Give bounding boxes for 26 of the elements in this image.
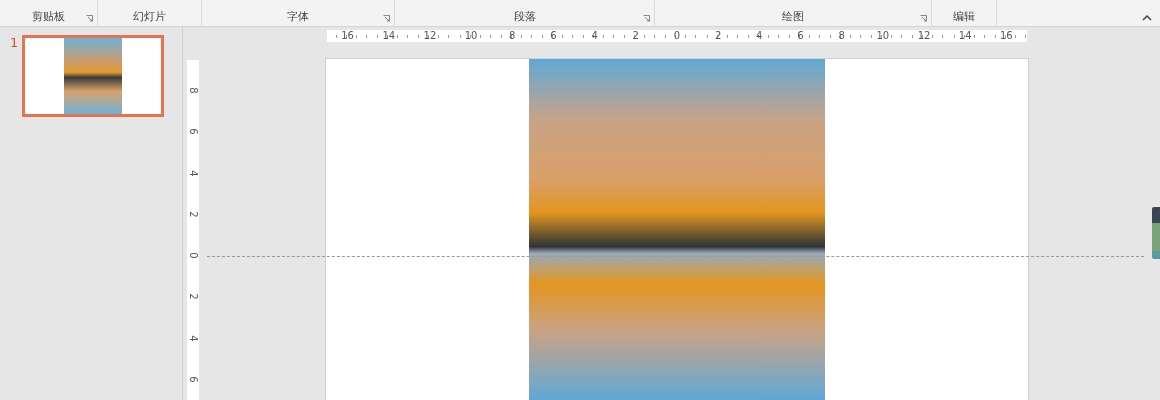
ruler-number: 4 — [187, 334, 199, 342]
dialog-launcher-icon[interactable] — [643, 15, 650, 22]
ribbon-group-label: 编辑 — [953, 9, 975, 24]
ruler-number: 2 — [187, 293, 199, 301]
ruler-number: 8 — [187, 87, 199, 94]
ruler-number: 6 — [187, 128, 199, 136]
ruler-number: 6 — [187, 376, 199, 383]
ribbon-group-label: 段落 — [513, 9, 536, 24]
vertical-ruler[interactable]: 8 6 4 2 0 2 4 6 — [187, 60, 199, 400]
ruler-number: 2 — [187, 211, 199, 218]
slide-number: 1 — [10, 35, 19, 50]
horizontal-ruler[interactable]: 16 14 12 10 8 6 4 2 0 2 4 6 8 10 12 14 16 — [327, 30, 1027, 42]
ribbon-group-label: 幻灯片 — [133, 9, 166, 24]
dialog-launcher-icon[interactable] — [383, 15, 390, 22]
ribbon-group-label: 绘图 — [782, 9, 804, 24]
slide-thumbnail[interactable] — [22, 35, 165, 117]
ruler-number: 4 — [187, 169, 199, 177]
photo-placeholder[interactable] — [529, 59, 825, 400]
dialog-launcher-icon[interactable] — [920, 15, 927, 22]
slide-canvas[interactable] — [325, 58, 1029, 400]
ribbon-group-label: 字体 — [287, 9, 309, 24]
dialog-launcher-icon[interactable] — [86, 15, 93, 22]
ruler-number: 0 — [187, 252, 199, 259]
ribbon-group-label: 剪贴板 — [32, 9, 65, 24]
side-handle[interactable] — [1152, 207, 1160, 259]
collapse-ribbon-icon[interactable] — [1142, 14, 1152, 21]
